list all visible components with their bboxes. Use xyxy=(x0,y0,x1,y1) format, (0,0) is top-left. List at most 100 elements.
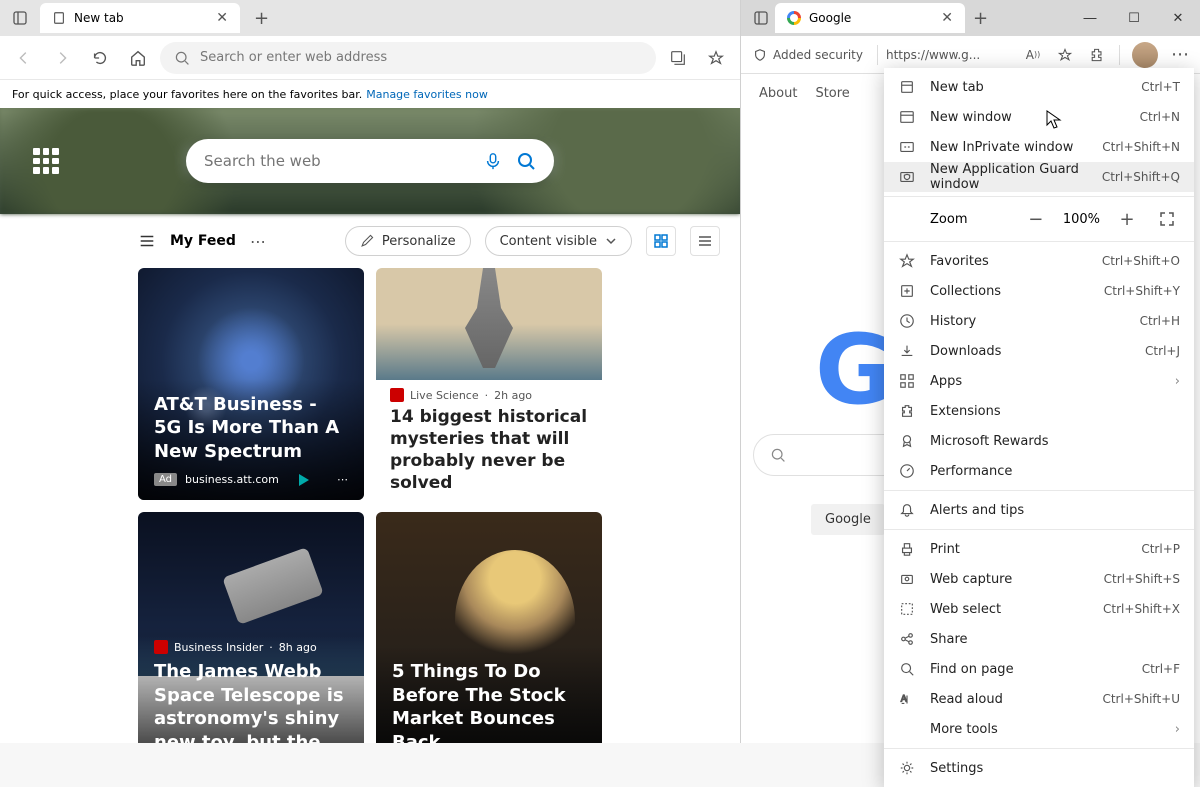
menu-item[interactable]: History Ctrl+H xyxy=(884,306,1194,336)
zoom-out-button[interactable]: − xyxy=(1023,206,1049,232)
new-tab-page: My Feed ⋯ Personalize Content visible xyxy=(0,108,740,743)
menu-item[interactable]: ARead aloudCtrl+Shift+U xyxy=(884,684,1194,714)
feed-card[interactable]: Live Science · 2h ago 14 biggest histori… xyxy=(376,268,602,500)
menu-item[interactable]: DownloadsCtrl+J xyxy=(884,336,1194,366)
menu-label: New window xyxy=(930,110,1126,125)
menu-item[interactable]: Microsoft Rewards xyxy=(884,426,1194,456)
card-more-icon[interactable]: ⋯ xyxy=(337,473,348,486)
menu-item[interactable]: Performance xyxy=(884,456,1194,486)
feed-card[interactable]: 5 Things To Do Before The Stock Market B… xyxy=(376,512,602,743)
nav-about[interactable]: About xyxy=(759,86,797,101)
tab-actions-button[interactable] xyxy=(747,4,775,32)
hamburger-icon[interactable] xyxy=(138,232,156,250)
menu-item[interactable]: Share xyxy=(884,624,1194,654)
search-icon xyxy=(770,447,786,463)
security-badge[interactable]: Added security xyxy=(747,48,869,62)
menu-item[interactable]: New InPrivate windowCtrl+Shift+N xyxy=(884,132,1194,162)
settings-menu-button[interactable]: ⋯ xyxy=(1166,41,1194,69)
menu-label: Apps xyxy=(930,374,1161,389)
feed-card[interactable]: Business Insider · 8h ago The James Webb… xyxy=(138,512,364,743)
profile-avatar[interactable] xyxy=(1132,42,1158,68)
address-bar[interactable]: Search or enter web address xyxy=(160,42,656,74)
zoom-in-button[interactable]: + xyxy=(1114,206,1140,232)
zoom-row: Zoom−100%+ xyxy=(884,201,1194,237)
tab-title: Google xyxy=(809,11,851,25)
menu-label: More tools xyxy=(930,722,1161,737)
menu-icon: A xyxy=(898,690,916,708)
google-search-button[interactable]: Google xyxy=(811,504,885,535)
page-icon xyxy=(52,11,66,25)
menu-shortcut: Ctrl+Shift+N xyxy=(1102,140,1180,154)
menu-item[interactable]: Web captureCtrl+Shift+S xyxy=(884,564,1194,594)
fullscreen-button[interactable] xyxy=(1154,206,1180,232)
menu-item[interactable]: New window Ctrl+N xyxy=(884,102,1194,132)
menu-icon xyxy=(898,138,916,156)
extensions-icon[interactable] xyxy=(1083,41,1111,69)
favorite-star-icon[interactable] xyxy=(1051,41,1079,69)
new-tab-button[interactable]: + xyxy=(965,8,996,29)
search-submit-icon[interactable] xyxy=(516,151,536,171)
tab-title: New tab xyxy=(74,11,124,25)
menu-item[interactable]: New tabCtrl+T xyxy=(884,72,1194,102)
menu-icon xyxy=(898,540,916,558)
menu-item[interactable]: Apps› xyxy=(884,366,1194,396)
google-logo: G xyxy=(815,314,894,426)
menu-item[interactable]: FavoritesCtrl+Shift+O xyxy=(884,246,1194,276)
toolbar: Search or enter web address xyxy=(0,36,740,80)
play-icon[interactable] xyxy=(299,474,309,486)
menu-shortcut: Ctrl+H xyxy=(1140,314,1180,328)
browser-tab[interactable]: New tab ✕ xyxy=(40,3,240,33)
tab-strip: New tab ✕ + xyxy=(0,0,740,36)
manage-favorites-link[interactable]: Manage favorites now xyxy=(366,88,488,101)
menu-label: New Application Guard window xyxy=(930,162,1088,192)
feed-more-icon[interactable]: ⋯ xyxy=(250,232,266,251)
apps-launcher-icon[interactable] xyxy=(33,148,59,174)
menu-item[interactable]: CollectionsCtrl+Shift+Y xyxy=(884,276,1194,306)
address-placeholder: Search or enter web address xyxy=(200,50,387,65)
menu-item[interactable]: Find on pageCtrl+F xyxy=(884,654,1194,684)
feed-label: My Feed xyxy=(170,233,236,249)
menu-icon xyxy=(898,660,916,678)
menu-item[interactable]: Extensions xyxy=(884,396,1194,426)
favorites-button[interactable] xyxy=(700,42,732,74)
tab-actions-button[interactable] xyxy=(6,4,34,32)
microphone-icon[interactable] xyxy=(484,152,502,170)
home-button[interactable] xyxy=(122,42,154,74)
menu-item[interactable]: New Application Guard windowCtrl+Shift+Q xyxy=(884,162,1194,192)
refresh-button[interactable] xyxy=(84,42,116,74)
list-view-button[interactable] xyxy=(690,226,720,256)
menu-item[interactable]: More tools › xyxy=(884,714,1194,744)
card-headline: The James Webb Space Telescope is astron… xyxy=(154,660,348,743)
left-browser-window: New tab ✕ + Search or enter web address … xyxy=(0,0,740,743)
ntp-search-box[interactable] xyxy=(186,139,554,183)
close-tab-icon[interactable]: ✕ xyxy=(941,10,953,26)
minimize-button[interactable]: ― xyxy=(1068,0,1112,36)
menu-item[interactable]: PrintCtrl+P xyxy=(884,534,1194,564)
nav-store[interactable]: Store xyxy=(815,86,849,101)
menu-icon xyxy=(898,282,916,300)
maximize-button[interactable]: ☐ xyxy=(1112,0,1156,36)
new-tab-button[interactable]: + xyxy=(246,8,277,29)
menu-shortcut: Ctrl+Shift+O xyxy=(1102,254,1180,268)
close-window-button[interactable]: ✕ xyxy=(1156,0,1200,36)
content-visible-dropdown[interactable]: Content visible xyxy=(485,226,632,256)
close-tab-icon[interactable]: ✕ xyxy=(216,10,228,26)
card-headline: 5 Things To Do Before The Stock Market B… xyxy=(392,660,586,743)
menu-icon xyxy=(898,720,916,738)
url-text[interactable]: https://www.g... xyxy=(886,48,980,62)
read-aloud-icon[interactable]: A)) xyxy=(1019,41,1047,69)
feed-toolbar: My Feed ⋯ Personalize Content visible xyxy=(0,214,740,268)
feed-card[interactable]: AT&T Business - 5G Is More Than A New Sp… xyxy=(138,268,364,500)
menu-item[interactable]: Settings xyxy=(884,753,1194,783)
browser-tab[interactable]: Google ✕ xyxy=(775,3,965,33)
menu-item[interactable]: Alerts and tips xyxy=(884,495,1194,525)
menu-shortcut: Ctrl+N xyxy=(1140,110,1180,124)
grid-view-button[interactable] xyxy=(646,226,676,256)
menu-icon xyxy=(898,570,916,588)
app-launch-button[interactable] xyxy=(662,42,694,74)
search-input[interactable] xyxy=(204,152,484,170)
personalize-button[interactable]: Personalize xyxy=(345,226,471,256)
chevron-right-icon: › xyxy=(1175,722,1180,737)
menu-label: History xyxy=(930,314,1126,329)
menu-item[interactable]: Web selectCtrl+Shift+X xyxy=(884,594,1194,624)
